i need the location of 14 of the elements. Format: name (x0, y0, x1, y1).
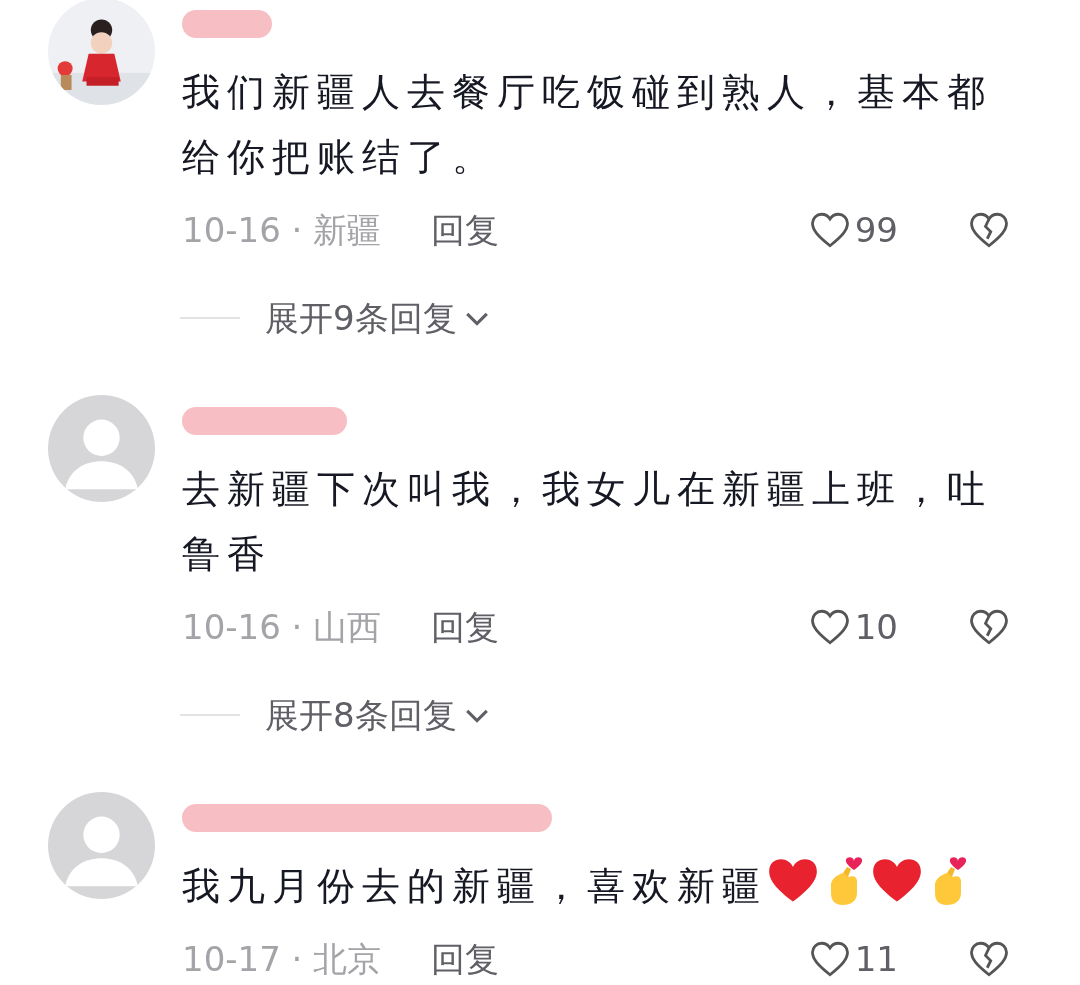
comment-text: 去新疆下次叫我，我女儿在新疆上班，吐鲁香 (182, 466, 993, 578)
reply-button[interactable]: 回复 (431, 933, 500, 985)
like-count: 11 (854, 937, 898, 981)
date-location: 10-16 · 新疆 (182, 208, 382, 252)
expand-replies-button[interactable]: 展开9条回复 (265, 292, 491, 344)
comment-text: 我们新疆人去餐厅吃饭碰到熟人，基本都给你把账结了。 (182, 69, 993, 181)
date-location: 10-17 · 北京 (182, 937, 382, 981)
expand-replies-button[interactable]: 展开8条回复 (265, 689, 491, 741)
date-location: 10-16 · 山西 (182, 605, 382, 649)
like-count: 10 (854, 605, 898, 649)
comment-text: 我九月份去的新疆，喜欢新疆 (182, 854, 1010, 919)
reply-button[interactable]: 回复 (431, 601, 500, 653)
reply-button[interactable]: 回复 (431, 204, 500, 256)
like-count: 99 (854, 208, 898, 252)
